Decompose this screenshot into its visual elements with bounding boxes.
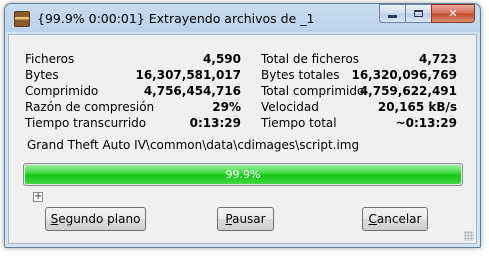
current-file-path: Grand Theft Auto IV\common\data\cdimages…	[27, 138, 360, 152]
progress-percent: 99.9%	[225, 168, 261, 181]
stat-label: Bytes totales	[261, 68, 340, 82]
stat-label: Total comprimido	[261, 84, 365, 98]
maximize-button[interactable]	[405, 4, 431, 23]
minimize-button[interactable]	[379, 4, 405, 23]
stat-value: 4,723	[419, 52, 457, 66]
expand-details-button[interactable]: +	[33, 192, 43, 202]
stat-value: ~0:13:29	[395, 116, 457, 130]
stat-row-speed: Velocidad 20,165 kB/s	[261, 99, 457, 115]
progress-bar: 99.9%	[23, 163, 463, 186]
minimize-icon	[388, 15, 397, 18]
stat-row-files: Ficheros 4,590	[25, 51, 241, 67]
stat-value: 16,320,096,769	[351, 68, 457, 82]
title-bar[interactable]: {99.9% 0:00:01} Extrayendo archivos de _…	[5, 4, 480, 34]
stat-row-elapsed: Tiempo transcurrido 0:13:29	[25, 115, 241, 131]
pause-button[interactable]: Pausar	[217, 207, 274, 231]
stats-right: Total de ficheros 4,723 Bytes totales 16…	[261, 51, 457, 131]
close-icon: ✕	[448, 7, 458, 20]
stats-left: Ficheros 4,590 Bytes 16,307,581,017 Comp…	[25, 51, 241, 131]
maximize-icon	[414, 10, 423, 17]
stat-value: 20,165 kB/s	[377, 100, 457, 114]
stat-value: 4,756,454,716	[143, 84, 241, 98]
window-title: {99.9% 0:00:01} Extrayendo archivos de _…	[37, 11, 315, 26]
stat-label: Ficheros	[25, 52, 75, 66]
stat-row-total-compressed: Total comprimido 4,759,622,491	[261, 83, 457, 99]
stat-label: Comprimido	[25, 84, 99, 98]
stat-label: Tiempo total	[261, 116, 337, 130]
stat-label: Razón de compresión	[25, 100, 155, 114]
archive-icon	[14, 11, 30, 27]
stat-label: Total de ficheros	[261, 52, 360, 66]
stat-label: Tiempo transcurrido	[25, 116, 147, 130]
cancel-button[interactable]: Cancelar	[362, 207, 428, 231]
stat-row-compressed: Comprimido 4,756,454,716	[25, 83, 241, 99]
extraction-dialog: {99.9% 0:00:01} Extrayendo archivos de _…	[4, 3, 481, 248]
stat-row-ratio: Razón de compresión 29%	[25, 99, 241, 115]
stat-value: 0:13:29	[189, 116, 241, 130]
stat-value: 4,590	[203, 52, 241, 66]
accelerator-key: C	[368, 212, 377, 226]
close-button[interactable]: ✕	[431, 4, 475, 23]
stat-row-total-bytes: Bytes totales 16,320,096,769	[261, 67, 457, 83]
stat-value: 4,759,622,491	[359, 84, 457, 98]
stat-label: Bytes	[25, 68, 59, 82]
stat-row-total-time: Tiempo total ~0:13:29	[261, 115, 457, 131]
stat-label: Velocidad	[261, 100, 319, 114]
stat-value: 29%	[212, 100, 241, 114]
resize-grip[interactable]	[464, 231, 474, 241]
dialog-body: Ficheros 4,590 Bytes 16,307,581,017 Comp…	[8, 34, 477, 244]
stat-value: 16,307,581,017	[135, 68, 241, 82]
background-button[interactable]: Segundo plano	[45, 207, 146, 231]
stat-row-total-files: Total de ficheros 4,723	[261, 51, 457, 67]
stat-row-bytes: Bytes 16,307,581,017	[25, 67, 241, 83]
caption-buttons: ✕	[379, 4, 475, 24]
